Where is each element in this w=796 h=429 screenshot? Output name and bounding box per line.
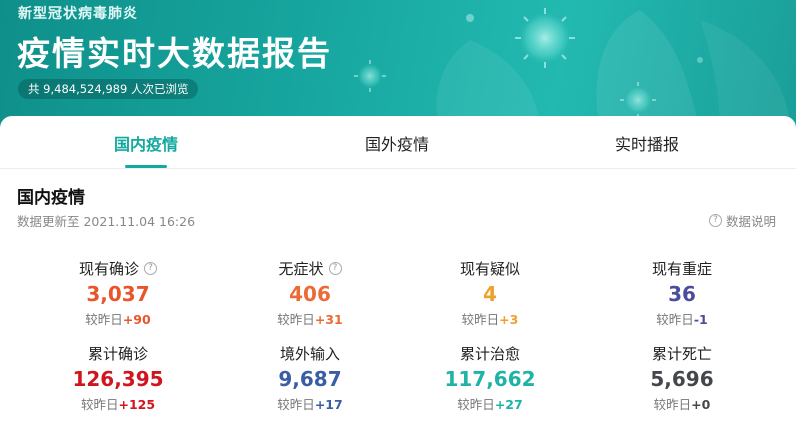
delta-value: +27 [494, 397, 523, 412]
stat-value: 117,662 [444, 367, 536, 391]
delta-value: +125 [118, 397, 156, 412]
data-notes-link[interactable]: ? 数据说明 [708, 211, 776, 230]
stat-label-row: 现有重症 [587, 258, 777, 278]
header-banner: 新型冠状病毒肺炎 疫情实时大数据报告 共 9,484,524,989 人次已浏览 [0, 0, 796, 130]
section-title: 国内疫情 [17, 188, 85, 208]
stat-label-row: 境外输入 [215, 343, 405, 363]
stat-delta: 较昨日+31 [215, 309, 405, 328]
stat-label: 现有重症 [651, 259, 712, 278]
stat-label-row: 现有确诊? [23, 258, 213, 278]
stat-delta: 较昨日+17 [215, 394, 405, 413]
stat-label: 累计确诊 [87, 344, 148, 363]
stat-card: 现有重症 36 较昨日-1 [587, 258, 777, 328]
stat-card: 境外输入 9,687 较昨日+17 [215, 343, 405, 413]
delta-value: +31 [314, 312, 343, 327]
delta-prefix: 较昨日 [653, 397, 692, 412]
stat-label-row: 无症状? [215, 258, 405, 278]
stat-label-row: 现有疑似 [395, 258, 585, 278]
question-circle-icon: ? [708, 214, 722, 227]
delta-prefix: 较昨日 [80, 397, 119, 412]
stat-value: 9,687 [278, 367, 342, 391]
stat-label-row: 累计死亡 [587, 343, 777, 363]
stat-card: 累计死亡 5,696 较昨日+0 [587, 343, 777, 413]
data-notes-label: 数据说明 [725, 214, 776, 229]
stat-label: 无症状 [278, 259, 324, 278]
stat-card: 现有疑似 4 较昨日+3 [395, 258, 585, 328]
banner-subtitle: 新型冠状病毒肺炎 [18, 6, 138, 22]
stat-delta: 较昨日+90 [23, 309, 213, 328]
delta-prefix: 较昨日 [277, 312, 315, 327]
stat-delta: 较昨日-1 [587, 309, 777, 328]
stat-delta: 较昨日+27 [395, 394, 585, 413]
stat-label: 现有疑似 [459, 259, 520, 278]
delta-prefix: 较昨日 [457, 397, 495, 412]
delta-prefix: 较昨日 [277, 397, 315, 412]
active-tab-indicator [125, 165, 167, 168]
update-timestamp: 数据更新至 2021.11.04 16:26 [17, 214, 196, 229]
question-circle-icon[interactable]: ? [328, 261, 342, 275]
stat-delta: 较昨日+0 [587, 394, 777, 413]
stat-delta: 较昨日+3 [395, 309, 585, 328]
delta-prefix: 较昨日 [461, 312, 500, 327]
delta-value: +3 [499, 312, 519, 327]
delta-value: +90 [122, 312, 151, 327]
stat-card: 累计治愈 117,662 较昨日+27 [395, 343, 585, 413]
stat-delta: 较昨日+125 [23, 394, 213, 413]
stat-card: 现有确诊? 3,037 较昨日+90 [23, 258, 213, 328]
stat-value: 4 [483, 282, 497, 306]
stat-value: 36 [668, 282, 696, 306]
delta-value: -1 [693, 312, 708, 327]
stat-label: 境外输入 [279, 344, 340, 363]
tab-overseas[interactable]: 国外疫情 [365, 131, 429, 155]
delta-value: +17 [314, 397, 343, 412]
view-count-badge: 共 9,484,524,989 人次已浏览 [18, 79, 199, 99]
tab-bar: 国内疫情 国外疫情 实时播报 [0, 116, 796, 169]
stat-value: 126,395 [72, 367, 164, 391]
stat-label-row: 累计确诊 [23, 343, 213, 363]
stat-label: 现有确诊 [78, 259, 139, 278]
report-card: 国内疫情 国外疫情 实时播报 国内疫情 数据更新至 2021.11.04 16:… [0, 116, 796, 429]
question-circle-icon[interactable]: ? [144, 261, 157, 275]
stat-card: 无症状? 406 较昨日+31 [215, 258, 405, 328]
page-title: 疫情实时大数据报告 [17, 34, 332, 73]
delta-prefix: 较昨日 [656, 312, 694, 327]
delta-prefix: 较昨日 [85, 312, 123, 327]
tab-domestic[interactable]: 国内疫情 [114, 131, 178, 155]
stat-value: 5,696 [650, 367, 714, 391]
stat-value: 3,037 [86, 282, 150, 306]
delta-value: +0 [691, 397, 711, 412]
stat-value: 406 [289, 282, 331, 306]
stat-label: 累计死亡 [651, 344, 712, 363]
tab-live-feed[interactable]: 实时播报 [615, 131, 679, 155]
stat-label-row: 累计治愈 [395, 343, 585, 363]
stat-card: 累计确诊 126,395 较昨日+125 [23, 343, 213, 413]
stat-label: 累计治愈 [459, 344, 520, 363]
